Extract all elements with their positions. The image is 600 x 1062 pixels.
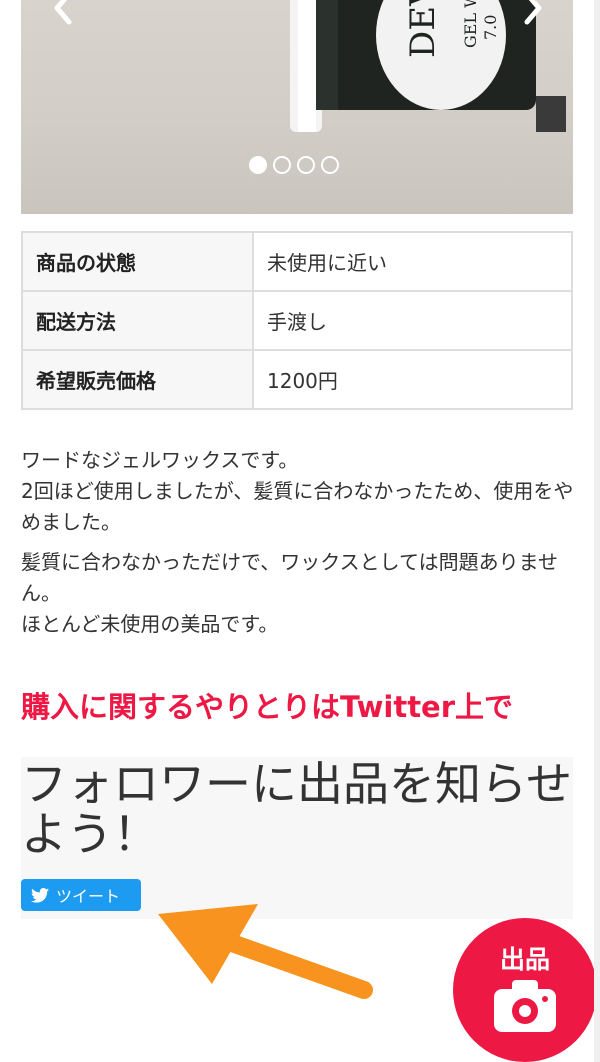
carousel-prev-button[interactable] [43, 0, 83, 30]
tweet-label: ツイート [56, 887, 121, 906]
description-line: ワードなジェルワックスです。 [21, 448, 299, 472]
carousel-dot-1[interactable] [249, 156, 267, 174]
jar-brand-text: DEVI [403, 0, 443, 58]
carousel-dot-3[interactable] [297, 156, 315, 174]
page-scrollbar[interactable] [594, 0, 600, 1062]
sell-button-label: 出品 [499, 945, 550, 974]
chevron-left-icon [54, 0, 72, 25]
description-paragraph: 髪質に合わなかっただけで、ワックスとしては問題ありません。 ほとんど未使用の美品… [21, 547, 581, 640]
product-image-carousel[interactable]: DEVI GEL WAX 7.0 [21, 0, 573, 214]
detail-value: 1200円 [252, 349, 573, 410]
jar-num-text: 7.0 [481, 15, 500, 40]
camera-icon [494, 980, 556, 1032]
description-line: 髪質に合わなかっただけで、ワックスとしては問題ありません。 [21, 550, 558, 605]
jar-sub-text: GEL WAX [461, 0, 480, 48]
share-panel: フォロワーに出品を知らせよう！ ツイート [21, 757, 573, 919]
twitter-bird-icon [31, 887, 49, 903]
table-row: 希望販売価格 1200円 [21, 349, 573, 410]
annotation-arrow-icon [158, 904, 373, 999]
tweet-button[interactable]: ツイート [21, 879, 141, 911]
share-title: フォロワーに出品を知らせよう！ [21, 757, 573, 861]
carousel-dot-4[interactable] [321, 156, 339, 174]
product-details-table: 商品の状態 未使用に近い 配送方法 手渡し 希望販売価格 1200円 [21, 231, 573, 410]
detail-key: 希望販売価格 [21, 349, 254, 410]
description-line: 2回ほど使用しましたが、髪質に合わなかったため、使用をやめました。 [21, 479, 574, 534]
table-row: 配送方法 手渡し [21, 290, 573, 351]
carousel-dot-2[interactable] [273, 156, 291, 174]
table-row: 商品の状態 未使用に近い [21, 231, 573, 292]
contact-notice: 購入に関するやりとりはTwitter上で [21, 690, 514, 724]
carousel-indicators [249, 156, 339, 174]
detail-value: 手渡し [252, 290, 573, 351]
detail-key: 商品の状態 [21, 231, 254, 292]
description-paragraph: ワードなジェルワックスです。 2回ほど使用しましたが、髪質に合わなかったため、使… [21, 445, 581, 538]
carousel-next-button[interactable] [513, 0, 553, 30]
description-line: ほとんど未使用の美品です。 [21, 612, 279, 636]
chevron-right-icon [524, 0, 542, 25]
product-description: ワードなジェルワックスです。 2回ほど使用しましたが、髪質に合わなかったため、使… [21, 445, 581, 649]
detail-key: 配送方法 [21, 290, 254, 351]
detail-value: 未使用に近い [252, 231, 573, 292]
sell-button[interactable]: 出品 [453, 918, 597, 1062]
